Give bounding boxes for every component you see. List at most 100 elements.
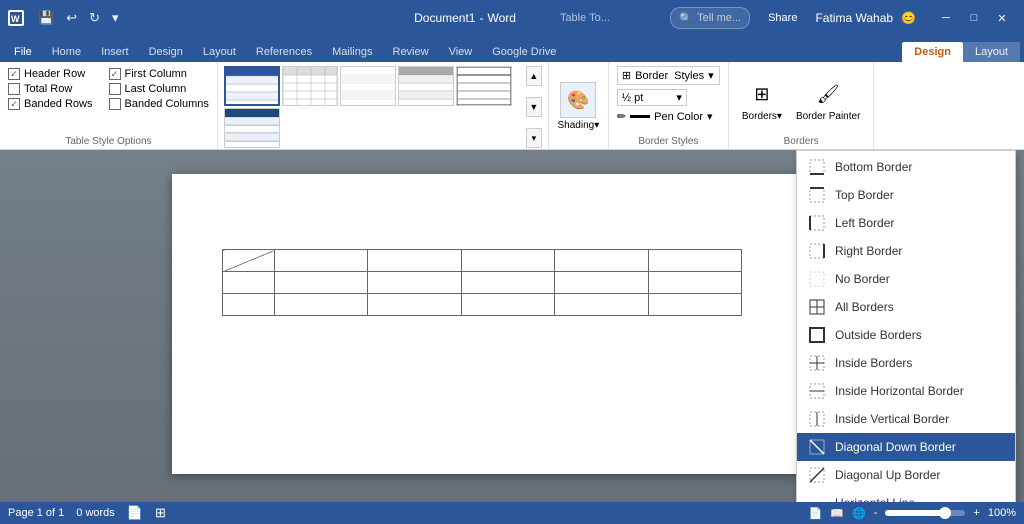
banded-columns-option[interactable]: Banded Columns (109, 98, 209, 110)
gallery-scroll-down[interactable]: ▼ (526, 97, 542, 117)
undo-button[interactable]: ↩ (62, 8, 81, 28)
doc-title: Document1 (414, 11, 475, 25)
table-style-item-4[interactable] (398, 66, 454, 106)
menu-item-diagonal-up[interactable]: Diagonal Up Border (797, 461, 1015, 489)
tab-references[interactable]: References (246, 42, 322, 62)
zoom-in-icon[interactable]: + (973, 507, 979, 519)
pen-color-row[interactable]: ✏ Pen Color ▾ (617, 110, 720, 123)
minimize-button[interactable]: ─ (932, 4, 960, 32)
total-row-option[interactable]: Total Row (8, 83, 93, 95)
banded-rows-checkbox[interactable] (8, 98, 20, 110)
zoom-slider[interactable] (885, 510, 965, 516)
banded-columns-checkbox[interactable] (109, 98, 121, 110)
pen-thickness-value: ½ pt (622, 92, 643, 104)
borders-button[interactable]: ⊞ Borders ▾ (737, 76, 787, 125)
menu-item-outside-borders[interactable]: Outside Borders (797, 321, 1015, 349)
table-style-item-5[interactable] (456, 66, 512, 106)
last-column-checkbox[interactable] (109, 83, 121, 95)
menu-item-horizontal-line[interactable]: Horizontal Line (797, 489, 1015, 502)
document-page (172, 174, 852, 474)
shading-button[interactable]: 🎨 Shading ▾ (558, 66, 600, 147)
tab-view[interactable]: View (439, 42, 483, 62)
table-styles-section: ▲ ▼ ▾ Table Styles (218, 62, 549, 149)
tab-google-drive[interactable]: Google Drive (482, 42, 566, 62)
menu-label: Diagonal Up Border (835, 468, 940, 482)
menu-label: Bottom Border (835, 160, 912, 174)
table-row (223, 250, 742, 272)
menu-item-left-border[interactable]: Left Border (797, 209, 1015, 237)
tab-layout[interactable]: Layout (193, 42, 246, 62)
pen-thickness-row: ½ pt ▾ (617, 89, 720, 106)
zoom-out-icon[interactable]: - (874, 507, 878, 519)
total-row-checkbox[interactable] (8, 83, 20, 95)
app-name: Word (487, 11, 515, 25)
no-border-icon (807, 269, 827, 289)
table-style-item-6[interactable] (224, 108, 280, 148)
tab-insert[interactable]: Insert (91, 42, 139, 62)
table-cell (223, 272, 275, 294)
tab-mailings[interactable]: Mailings (322, 42, 382, 62)
table-style-item-3[interactable] (340, 66, 396, 106)
close-button[interactable]: ✕ (988, 4, 1016, 32)
menu-item-inside-vertical[interactable]: Inside Vertical Border (797, 405, 1015, 433)
tab-table-layout[interactable]: Layout (963, 42, 1020, 62)
first-column-checkbox[interactable] (109, 68, 121, 80)
tab-file[interactable]: File (4, 42, 42, 62)
table-style-item-2[interactable] (282, 66, 338, 106)
quick-access-toolbar: 💾 ↩ ↻ ▾ (34, 8, 123, 28)
border-styles-icon: ⊞ (622, 69, 631, 82)
menu-label: Diagonal Down Border (835, 440, 956, 454)
tab-design[interactable]: Design (139, 42, 193, 62)
tab-table-design[interactable]: Design (902, 42, 963, 62)
borders-dropdown-menu: Bottom Border Top Border Left Border Rig… (796, 150, 1016, 502)
menu-label: Left Border (835, 216, 894, 230)
redo-button[interactable]: ↻ (85, 8, 104, 28)
borders-label: Borders ▾ (742, 111, 782, 122)
menu-label: Outside Borders (835, 328, 922, 342)
customize-button[interactable]: ▾ (108, 8, 123, 28)
table-cell (648, 250, 741, 272)
table-cell (461, 272, 554, 294)
maximize-button[interactable]: □ (960, 4, 988, 32)
first-column-option[interactable]: First Column (109, 68, 209, 80)
header-row-option[interactable]: Header Row (8, 68, 93, 80)
menu-label: Inside Borders (835, 356, 912, 370)
inside-borders-icon (807, 353, 827, 373)
border-painter-icon: 🖌 (812, 79, 844, 111)
table-style-item-1[interactable] (224, 66, 280, 106)
border-styles-section-label: Border Styles (617, 136, 720, 147)
tab-review[interactable]: Review (383, 42, 439, 62)
menu-label: No Border (835, 272, 890, 286)
save-button[interactable]: 💾 (34, 8, 58, 28)
share-button[interactable]: Share (758, 7, 807, 29)
zoom-handle[interactable] (939, 507, 951, 519)
menu-item-no-border[interactable]: No Border (797, 265, 1015, 293)
title-center: Document1 - Word Table To... (414, 11, 610, 25)
tab-home[interactable]: Home (42, 42, 91, 62)
tell-me-button[interactable]: 🔍 Tell me... (670, 7, 750, 29)
last-column-option[interactable]: Last Column (109, 83, 209, 95)
gallery-more[interactable]: ▾ (526, 128, 542, 148)
border-painter-button[interactable]: 🖌 Border Painter (791, 76, 865, 125)
left-border-icon (807, 213, 827, 233)
menu-item-inside-horizontal[interactable]: Inside Horizontal Border (797, 377, 1015, 405)
header-row-checkbox[interactable] (8, 68, 20, 80)
right-border-icon (807, 241, 827, 261)
menu-item-inside-borders[interactable]: Inside Borders (797, 349, 1015, 377)
user-avatar: 😊 (901, 11, 916, 25)
borders-content: ⊞ Borders ▾ 🖌 Border Painter (737, 66, 866, 134)
gallery-scroll-up[interactable]: ▲ (526, 66, 542, 86)
menu-item-right-border[interactable]: Right Border (797, 237, 1015, 265)
menu-item-top-border[interactable]: Top Border (797, 181, 1015, 209)
menu-item-bottom-border[interactable]: Bottom Border (797, 153, 1015, 181)
banded-rows-option[interactable]: Banded Rows (8, 98, 93, 110)
pen-thickness-dropdown[interactable]: ½ pt ▾ (617, 89, 687, 106)
border-styles-dropdown[interactable]: ⊞ Border Styles ▾ (617, 66, 720, 85)
table-context-label: Table To... (560, 12, 610, 24)
diagonal-up-icon (807, 465, 827, 485)
menu-item-diagonal-down[interactable]: Diagonal Down Border (797, 433, 1015, 461)
table-row (223, 272, 742, 294)
menu-item-all-borders[interactable]: All Borders (797, 293, 1015, 321)
table-row (223, 294, 742, 316)
diagonal-down-icon (807, 437, 827, 457)
